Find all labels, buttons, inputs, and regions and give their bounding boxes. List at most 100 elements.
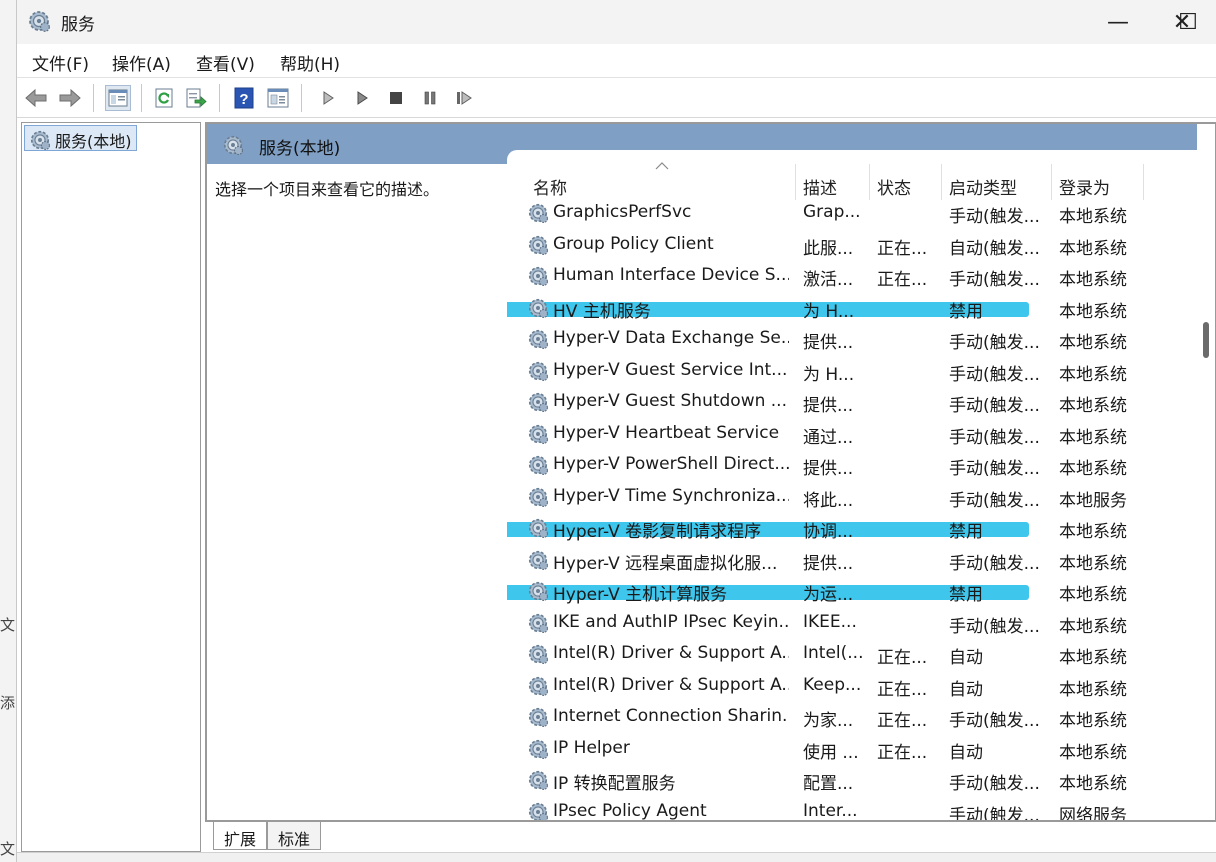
cell-status: 正在... [877,648,928,668]
column-header-logon-as[interactable]: 登录为 [1059,174,1110,199]
service-gear-icon [528,392,549,413]
tab-extended[interactable]: 扩展 [213,822,268,850]
service-row[interactable]: Hyper-V PowerShell Direct... 提供... 手动(触发..… [507,450,1167,482]
toolbar: ? [17,78,1216,118]
help-icon[interactable]: ? [231,85,257,111]
service-row[interactable]: Hyper-V 远程桌面虚拟化服... 提供... 手动(触发... 本地系统 [507,545,1167,577]
cell-status: 正在... [877,238,928,259]
cell-logon-as: 本地系统 [1059,711,1127,731]
service-gear-icon [528,298,549,318]
service-row[interactable]: Human Interface Device S... 激活... 正在... 手动(… [507,261,1167,293]
cell-name: Hyper-V Guest Shutdown ... [553,391,787,411]
sort-ascending-icon[interactable] [655,162,669,170]
cell-startup-type: 自动 [949,648,983,668]
export-list-icon[interactable] [183,85,209,111]
services-window: 服务 — ☐ ✕ 文件(F) 操作(A) 查看(V) 帮助(H) ? 服务(本地… [16,0,1216,862]
cell-description: 提供... [803,333,854,353]
column-divider[interactable] [1143,164,1144,200]
service-row[interactable]: Group Policy Client 此服... 正在... 自动(触发... 本地系… [507,230,1167,262]
cell-startup-type: 手动(触发... [949,427,1040,448]
service-row[interactable]: Hyper-V Heartbeat Service 通过... 手动(触发... 本地… [507,419,1167,451]
service-row[interactable]: Hyper-V Guest Shutdown ... 提供... 手动(触发... 本… [507,387,1167,419]
cell-logon-as: 本地系统 [1059,207,1127,227]
service-row[interactable]: Intel(R) Driver & Support A... Keep... 正在.… [507,671,1167,703]
service-row[interactable]: Internet Connection Sharin... 为家... 正在... 手… [507,702,1167,734]
service-row[interactable]: IPsec Policy Agent Inter... 手动(触发... 网络服务 [507,797,1167,821]
cell-status: 正在... [877,270,928,290]
services-list: 名称 描述 状态 启动类型 登录为 GraphicsPerfSvc Grap...… [507,150,1207,820]
tab-standard[interactable]: 标准 [267,822,322,850]
service-row[interactable]: GraphicsPerfSvc Grap... 手动(触发... 本地系统 [507,198,1167,230]
cell-description: 为 H... [803,364,855,385]
start-service-icon[interactable] [315,85,341,111]
cell-logon-as: 本地系统 [1059,270,1127,290]
service-gear-icon [528,802,549,820]
pause-service-icon[interactable] [417,85,443,111]
stop-service-icon[interactable] [383,85,409,111]
service-row[interactable]: Hyper-V Data Exchange Se... 提供... 手动(触发...… [507,324,1167,356]
cell-startup-type: 手动(触发... [949,805,1040,821]
close-icon: ✕ [1172,9,1192,35]
service-row[interactable]: Hyper-V Guest Service Int... 为 H... 手动(触发.… [507,356,1167,388]
service-gear-icon [528,707,549,728]
title-bar[interactable]: 服务 — ☐ [17,0,1216,44]
toolbar-separator [93,84,94,112]
cell-startup-type: 手动(触发... [949,396,1040,416]
service-row[interactable]: Hyper-V 卷影复制请求程序 协调... 禁用 本地系统 [507,513,1167,545]
service-gear-icon [528,235,549,255]
service-row[interactable]: IP 转换配置服务 配置... 手动(触发... 本地系统 [507,765,1167,797]
service-row[interactable]: Hyper-V Time Synchroniza... 将此... 手动(触发...… [507,482,1167,514]
menu-file[interactable]: 文件(F) [32,50,89,75]
column-header-startup-type[interactable]: 启动类型 [949,174,1017,199]
service-gear-icon [528,266,549,287]
column-divider[interactable] [869,164,870,200]
menu-view[interactable]: 查看(V) [196,50,255,75]
cell-logon-as: 本地系统 [1059,396,1127,416]
service-row[interactable]: Intel(R) Driver & Support A... Intel(... 正… [507,639,1167,671]
cell-name: IP 转换配置服务 [553,774,676,794]
cell-description: 激活... [803,270,854,290]
cell-name: Hyper-V Time Synchroniza... [553,485,789,506]
cell-startup-type: 自动 [949,742,983,763]
menu-help[interactable]: 帮助(H) [280,50,340,75]
cell-name: Hyper-V Data Exchange Se... [553,328,789,348]
service-row[interactable]: Hyper-V 主机计算服务 为运... 禁用 本地系统 [507,576,1167,608]
cell-logon-as: 本地系统 [1059,301,1127,322]
cell-startup-type: 手动(触发... [949,207,1040,227]
start-service-alt-icon[interactable] [349,85,375,111]
column-header-name[interactable]: 名称 [533,174,567,199]
cell-description: 将此... [803,490,854,511]
service-row[interactable]: IP Helper 使用 ... 正在... 自动 本地系统 [507,734,1167,766]
cell-description: 配置... [803,774,854,794]
cell-name: Human Interface Device S... [553,265,789,285]
cell-name: IPsec Policy Agent [553,800,707,821]
scrollbar-thumb[interactable] [1203,322,1209,358]
vertical-scrollbar[interactable] [1197,124,1215,820]
column-divider[interactable] [795,164,796,200]
cell-logon-as: 本地系统 [1059,459,1127,479]
column-header-status[interactable]: 状态 [877,174,911,199]
show-hide-console-tree-icon[interactable] [105,85,131,111]
service-gear-icon [528,518,549,539]
service-gear-icon [528,361,549,381]
cell-description: 提供... [803,396,854,416]
minimize-button[interactable]: — [1083,0,1153,44]
column-divider[interactable] [1051,164,1052,200]
tree-node-services-local[interactable]: 服务(本地) [24,125,137,151]
service-row[interactable]: HV 主机服务 为 H... 禁用 本地系统 [507,293,1167,325]
refresh-icon[interactable] [151,85,177,111]
menu-action[interactable]: 操作(A) [112,50,171,75]
cell-description: Keep... [803,674,862,695]
properties-icon[interactable] [265,85,291,111]
cell-logon-as: 本地系统 [1059,585,1127,605]
column-divider[interactable] [941,164,942,200]
service-row[interactable]: IKE and AuthIP IPsec Keyin... IKEE... 手动(触… [507,608,1167,640]
service-gear-icon [528,550,549,570]
column-header-description[interactable]: 描述 [803,174,837,199]
cell-startup-type: 手动(触发... [949,364,1040,385]
back-icon[interactable] [23,85,49,111]
toolbar-separator [301,84,302,112]
forward-icon[interactable] [57,85,83,111]
close-button[interactable]: ✕ [1147,0,1216,44]
resume-service-icon[interactable] [451,85,477,111]
